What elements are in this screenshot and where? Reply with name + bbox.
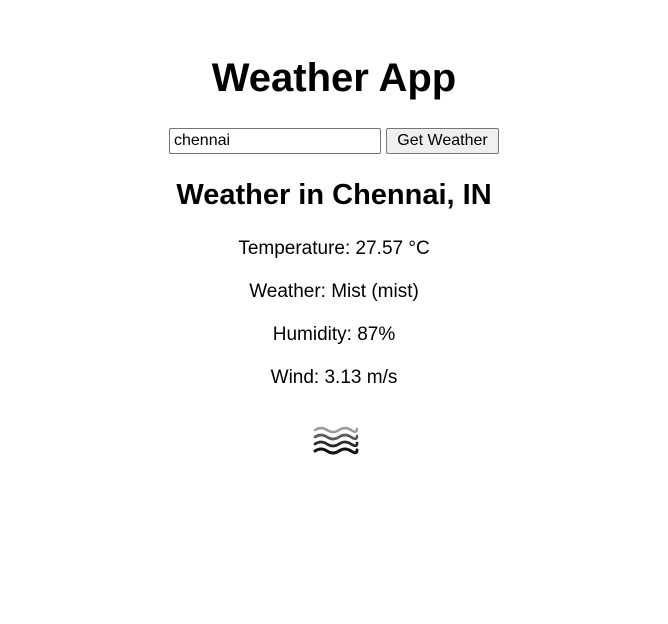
city-input[interactable]	[169, 128, 381, 154]
mist-icon	[313, 426, 359, 455]
search-row: Get Weather	[0, 127, 668, 155]
temperature-text: Temperature: 27.57 °C	[238, 238, 430, 259]
get-weather-button[interactable]: Get Weather	[386, 128, 499, 154]
city-heading: Weather in Chennai, IN	[176, 179, 492, 211]
weather-description-text: Weather: Mist (mist)	[249, 281, 419, 302]
page-title: Weather App	[211, 56, 457, 100]
weather-app: Weather App Get Weather Weather in Chenn…	[0, 0, 668, 624]
wind-text: Wind: 3.13 m/s	[270, 367, 398, 388]
humidity-text: Humidity: 87%	[272, 324, 396, 345]
